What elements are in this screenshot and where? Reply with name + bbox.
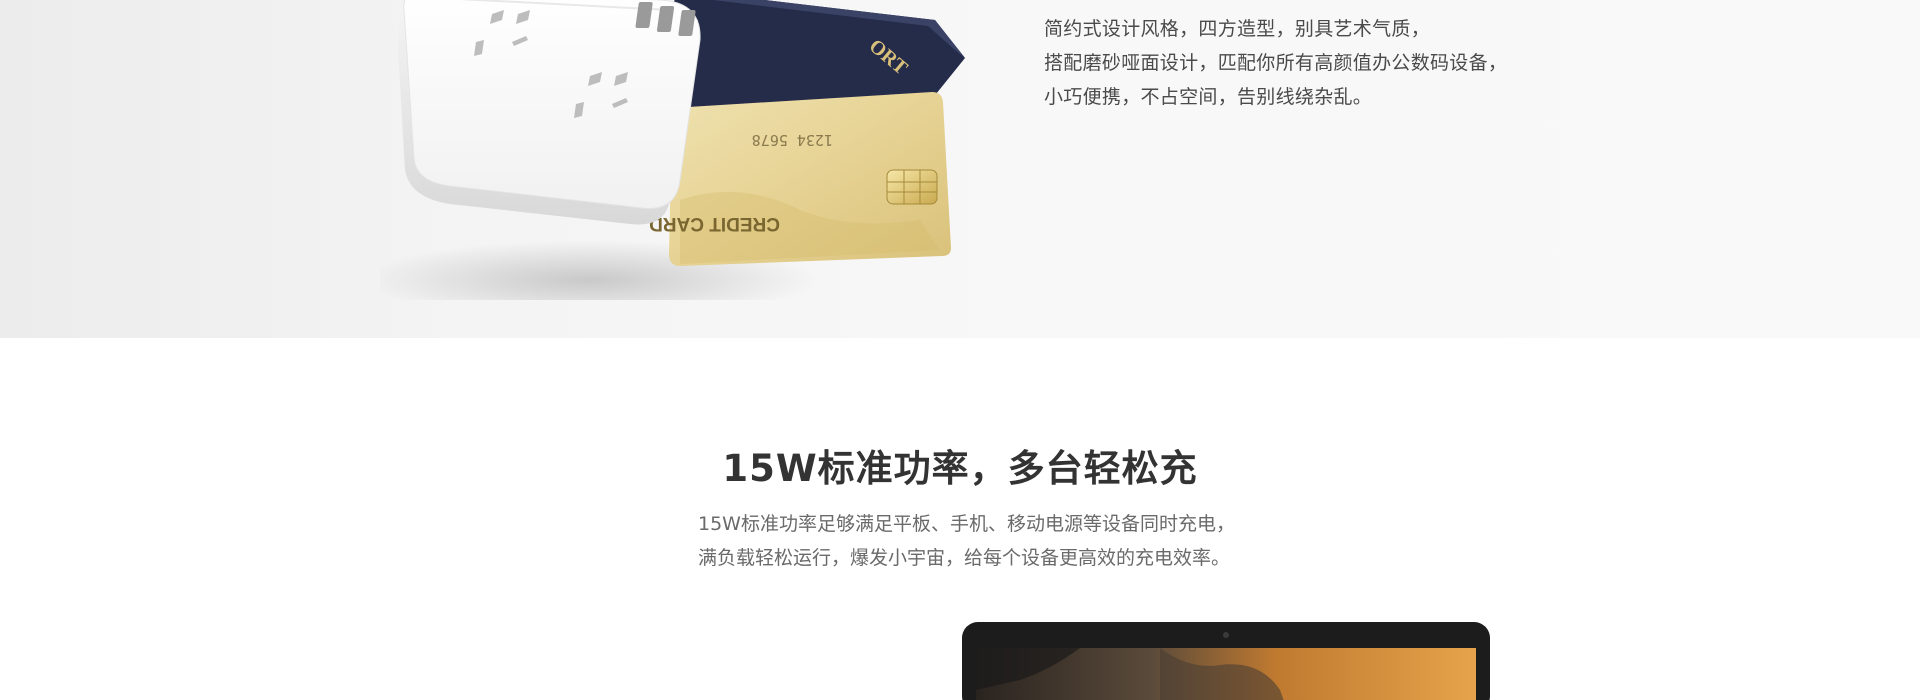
- hero-description-line: 简约式设计风格，四方造型，别具艺术气质，: [1044, 18, 1431, 40]
- hero-section: ORT 1234 5678 CREDIT CARD 简约式设计风格，四方造型，别…: [0, 0, 1920, 338]
- chip-icon: [886, 169, 938, 205]
- section-description-line: 满负载轻松运行，爆发小宇宙，给每个设备更高效的充电效率。: [698, 547, 1231, 569]
- power-strip-product-image: ORT 1234 5678 CREDIT CARD: [380, 0, 965, 300]
- hero-description-line: 小巧便携，不占空间，告别线绕杂乱。: [1044, 86, 1373, 108]
- section-description: 15W标准功率足够满足平板、手机、移动电源等设备同时充电， 满负载轻松运行，爆发…: [698, 507, 1298, 575]
- card-number: 1234 5678: [752, 131, 833, 149]
- power-strip-illustration: [398, 0, 701, 225]
- credit-card-illustration: 1234 5678 CREDIT CARD: [649, 92, 951, 266]
- hero-description-line: 搭配磨砂哑面设计，匹配你所有高颜值办公数码设备，: [1044, 52, 1508, 74]
- section-title: 15W标准功率，多台轻松充: [722, 447, 1198, 490]
- tablet-device-image: [962, 622, 1490, 700]
- section-description-line: 15W标准功率足够满足平板、手机、移动电源等设备同时充电，: [698, 513, 1235, 535]
- card-brand-text: CREDIT CARD: [649, 213, 780, 234]
- hero-description: 简约式设计风格，四方造型，别具艺术气质， 搭配磨砂哑面设计，匹配你所有高颜值办公…: [1044, 12, 1564, 114]
